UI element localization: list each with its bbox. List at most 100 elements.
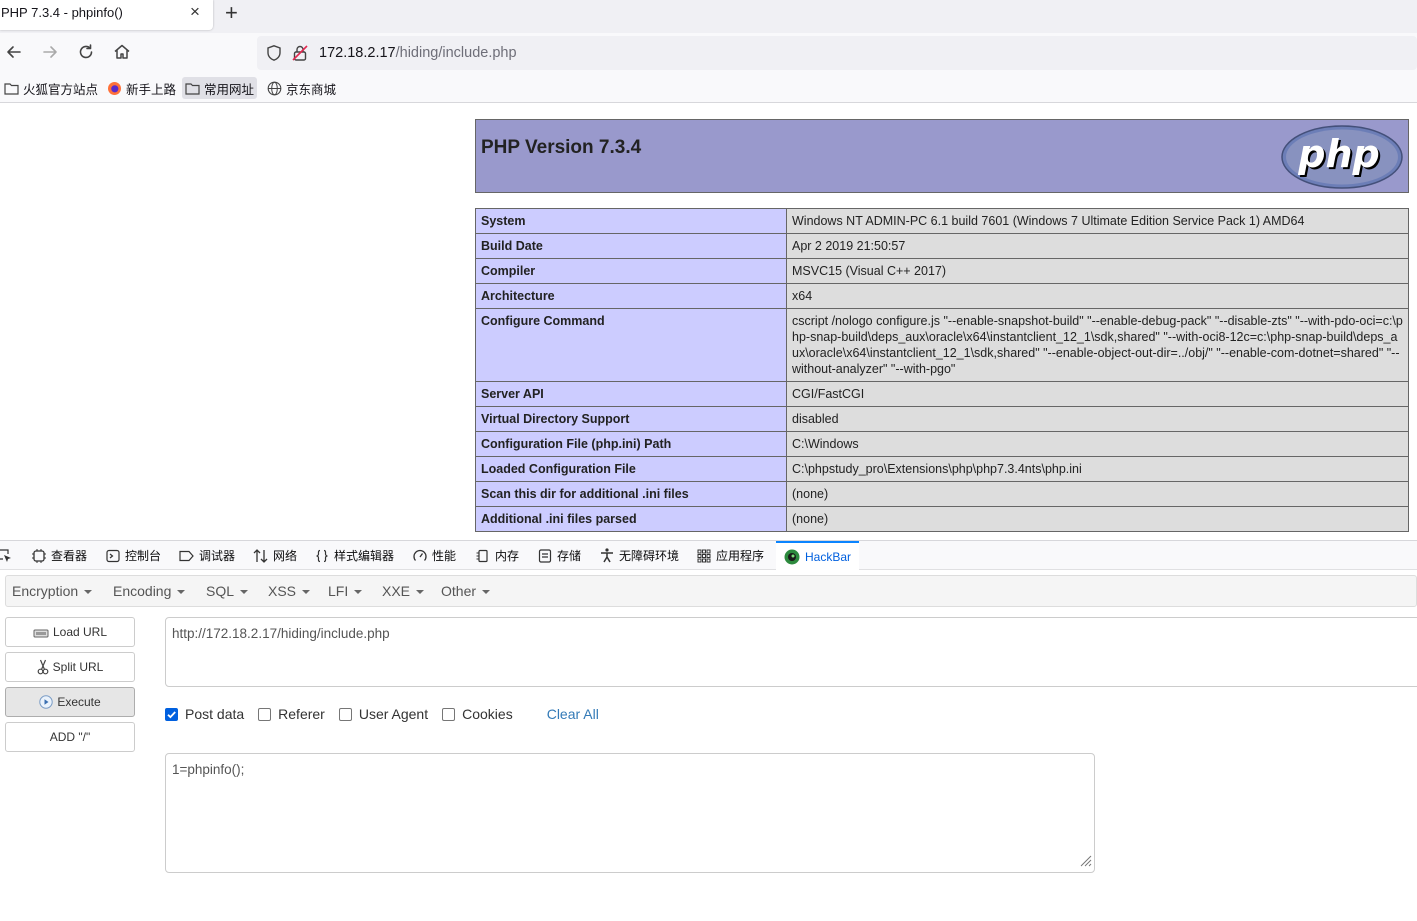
load-icon bbox=[33, 629, 49, 638]
menu-encryption[interactable]: Encryption bbox=[12, 583, 93, 599]
url-textarea[interactable]: http://172.18.2.17/hiding/include.php bbox=[165, 617, 1417, 687]
checkbox-icon[interactable] bbox=[338, 707, 352, 721]
menu-label: SQL bbox=[206, 583, 235, 599]
tab-performance[interactable]: 性能 bbox=[413, 541, 456, 570]
row-value: x64 bbox=[786, 283, 1409, 309]
split-url-button[interactable]: Split URL bbox=[5, 652, 135, 682]
post-data-checkbox[interactable]: Post data bbox=[165, 706, 244, 722]
menu-label: Encryption bbox=[12, 583, 79, 599]
firefox-icon bbox=[108, 81, 121, 95]
tab-label: HackBar bbox=[805, 549, 852, 564]
bookmark-label: 火狐官方站点 bbox=[23, 82, 99, 97]
tab-strip: PHP 7.3.4 - phpinfo() × + bbox=[0, 0, 1417, 33]
new-tab-button[interactable]: + bbox=[225, 0, 238, 26]
tab-hackbar[interactable]: HackBar bbox=[776, 541, 860, 570]
row-key: Build Date bbox=[475, 233, 787, 259]
bookmarks-toolbar: 火狐官方站点 新手上路 常用网址 京东商城 bbox=[0, 73, 1417, 103]
play-icon bbox=[39, 695, 54, 709]
tab-application[interactable]: 应用程序 bbox=[697, 541, 764, 570]
reload-icon[interactable] bbox=[76, 42, 98, 64]
insecure-lock-icon[interactable] bbox=[291, 44, 309, 67]
folder-icon bbox=[185, 82, 200, 95]
accessibility-icon bbox=[601, 548, 613, 563]
tab-label: 控制台 bbox=[125, 549, 162, 563]
forward-arrow-icon[interactable] bbox=[40, 42, 62, 64]
tab-console[interactable]: 控制台 bbox=[106, 541, 161, 570]
tab-debugger[interactable]: 调试器 bbox=[179, 541, 235, 570]
bookmark-item[interactable]: 常用网址 bbox=[182, 77, 258, 99]
checkbox-checked-icon[interactable] bbox=[165, 707, 178, 721]
element-picker-icon[interactable] bbox=[0, 541, 17, 570]
clear-all-link[interactable]: Clear All bbox=[547, 706, 599, 722]
table-row: Build Date Apr 2 2019 21:50:57 bbox=[475, 233, 1409, 259]
button-label: Load URL bbox=[52, 625, 108, 639]
page-title: PHP Version 7.3.4 bbox=[481, 137, 642, 158]
tab-label: 性能 bbox=[432, 549, 457, 563]
back-arrow-icon[interactable] bbox=[4, 42, 26, 64]
table-row: Configuration File (php.ini) Path C:\Wind… bbox=[475, 431, 1409, 457]
row-key: System bbox=[475, 208, 787, 234]
row-value: CGI/FastCGI bbox=[786, 381, 1409, 407]
checkbox-icon[interactable] bbox=[442, 707, 456, 721]
menu-xxe[interactable]: XXE bbox=[382, 583, 425, 599]
tab-accessibility[interactable]: 无障碍环境 bbox=[600, 541, 679, 570]
tab-label: 查看器 bbox=[51, 549, 88, 563]
hackbar-icon bbox=[784, 549, 800, 564]
table-row: Additional .ini files parsed (none) bbox=[475, 506, 1409, 532]
row-key: Scan this dir for additional .ini files bbox=[475, 481, 787, 507]
url-host: 172.18.2.17 bbox=[319, 45, 396, 61]
checkbox-icon[interactable] bbox=[258, 707, 272, 721]
tab-label: 应用程序 bbox=[716, 549, 765, 563]
row-value: (none) bbox=[786, 481, 1409, 507]
browser-tab[interactable]: PHP 7.3.4 - phpinfo() × bbox=[0, 0, 213, 30]
table-row: Virtual Directory Support disabled bbox=[475, 406, 1409, 432]
menu-encoding[interactable]: Encoding bbox=[113, 583, 186, 599]
menu-other[interactable]: Other bbox=[441, 583, 491, 599]
bookmark-label: 新手上路 bbox=[126, 82, 177, 97]
resize-grip-icon[interactable] bbox=[1080, 855, 1092, 870]
tab-memory[interactable]: 内存 bbox=[476, 541, 519, 570]
caret-down-icon bbox=[482, 590, 491, 595]
row-key: Architecture bbox=[475, 283, 787, 309]
load-url-button[interactable]: Load URL bbox=[5, 617, 135, 647]
row-value: Windows NT ADMIN-PC 6.1 build 7601 (Wind… bbox=[786, 208, 1409, 234]
caret-down-icon bbox=[416, 590, 425, 595]
folder-icon bbox=[4, 82, 19, 95]
menu-xss[interactable]: XSS bbox=[268, 583, 311, 599]
bookmark-label: 京东商城 bbox=[286, 82, 337, 97]
bookmark-item[interactable]: 新手上路 bbox=[104, 77, 179, 99]
tab-style-editor[interactable]: 样式编辑器 bbox=[315, 541, 394, 570]
add-slash-button[interactable]: ADD "/" bbox=[5, 722, 135, 752]
url-text[interactable]: 172.18.2.17/hiding/include.php bbox=[319, 45, 517, 61]
console-icon bbox=[106, 549, 120, 562]
bookmark-item[interactable]: 京东商城 bbox=[264, 77, 339, 99]
storage-icon bbox=[538, 548, 552, 563]
home-icon[interactable] bbox=[112, 42, 134, 64]
tab-label: 内存 bbox=[495, 549, 520, 563]
tab-storage[interactable]: 存储 bbox=[538, 541, 581, 570]
table-row: Scan this dir for additional .ini files(… bbox=[475, 481, 1409, 507]
menu-label: Other bbox=[441, 583, 477, 599]
user-agent-checkbox[interactable]: User Agent bbox=[338, 706, 429, 722]
menu-lfi[interactable]: LFI bbox=[328, 583, 363, 599]
close-tab-icon[interactable]: × bbox=[190, 3, 200, 21]
bookmark-item[interactable]: 火狐官方站点 bbox=[1, 77, 101, 99]
menu-label: Encoding bbox=[113, 583, 172, 599]
menu-sql[interactable]: SQL bbox=[206, 583, 249, 599]
post-data-textarea[interactable]: 1=phpinfo(); bbox=[165, 753, 1095, 873]
page-content: PHP Version 7.3.4 php php System Windows … bbox=[0, 103, 1417, 540]
execute-button[interactable]: Execute bbox=[5, 687, 135, 717]
row-key: Virtual Directory Support bbox=[475, 406, 787, 432]
tab-network[interactable]: 网络 bbox=[253, 541, 297, 570]
grid-icon bbox=[697, 549, 711, 562]
tab-inspector[interactable]: 查看器 bbox=[32, 541, 87, 570]
row-key: Additional .ini files parsed bbox=[475, 506, 787, 532]
tracking-shield-icon[interactable] bbox=[265, 44, 283, 67]
checkbox-label: User Agent bbox=[358, 706, 429, 722]
referer-checkbox[interactable]: Referer bbox=[258, 706, 325, 722]
tab-label: 样式编辑器 bbox=[334, 549, 395, 563]
url-bar[interactable]: 172.18.2.17/hiding/include.php bbox=[257, 36, 1417, 70]
php-version-header: PHP Version 7.3.4 php php bbox=[475, 119, 1409, 193]
cookies-checkbox[interactable]: Cookies bbox=[442, 706, 513, 722]
post-body-text: 1=phpinfo(); bbox=[172, 762, 245, 777]
